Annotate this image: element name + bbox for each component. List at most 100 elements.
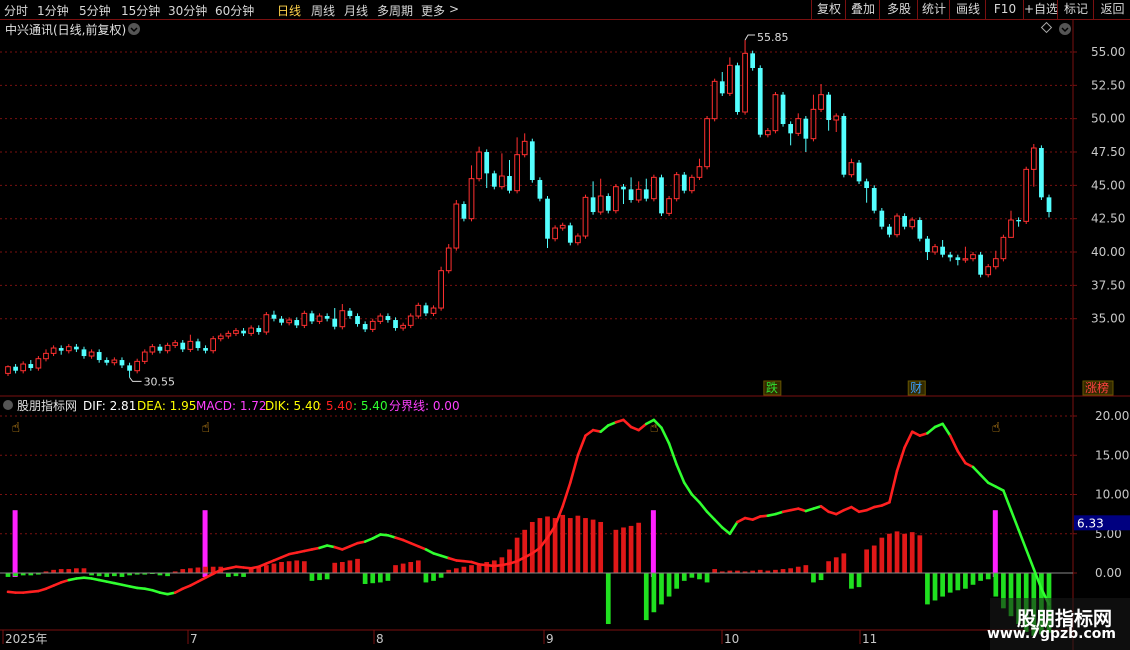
macd-histogram-bar — [347, 560, 353, 573]
candle-body — [362, 324, 368, 330]
high-marker-line — [744, 34, 756, 41]
dik-line-segment — [660, 426, 671, 445]
candle-body — [628, 189, 634, 201]
indicator-header-2: DEA: 1.95 — [137, 399, 196, 413]
dik-line-segment — [690, 493, 701, 504]
candle-body — [879, 210, 885, 227]
dik-line-segment — [667, 442, 678, 466]
candle-body — [58, 348, 64, 351]
macd-histogram-bar — [203, 566, 208, 573]
macd-histogram-bar — [940, 573, 945, 597]
macd-histogram-bar — [887, 533, 892, 573]
candle-body — [659, 177, 664, 214]
candle-body — [947, 254, 953, 258]
dik-line-segment — [926, 425, 937, 435]
candle-body — [992, 258, 999, 268]
macd-histogram-bar — [917, 535, 923, 573]
dik-line-segment — [819, 504, 830, 514]
candle-body — [613, 186, 619, 212]
candle-body — [13, 366, 18, 371]
macd-histogram-bar — [271, 563, 277, 573]
candle-body — [461, 204, 467, 219]
indicator-tick-label: 0.00 — [1095, 566, 1122, 580]
candle-body — [917, 220, 923, 239]
macd-histogram-bar — [301, 561, 307, 573]
indicator-header-7: 分界线: 0.00 — [389, 399, 460, 413]
chart-title: 中兴通讯(日线,前复权) — [5, 22, 126, 37]
macd-histogram-bar — [780, 569, 786, 573]
macd-histogram-bar — [507, 549, 512, 573]
candle-body — [50, 347, 57, 354]
macd-histogram-bar — [894, 531, 900, 573]
candle-body — [271, 314, 277, 319]
candle-body — [104, 360, 110, 363]
candle-body — [985, 266, 992, 276]
candle-body — [826, 94, 831, 121]
candle-body — [552, 227, 558, 240]
low-marker-line — [129, 377, 142, 382]
candle-body — [780, 94, 786, 125]
dik-line-segment — [1009, 508, 1020, 532]
dik-line-segment — [948, 434, 960, 453]
macd-histogram-bar — [621, 527, 626, 573]
macd-histogram-bar — [484, 562, 490, 573]
macd-histogram-bar — [514, 537, 520, 573]
macd-histogram-bar — [978, 573, 983, 581]
candle-body — [894, 215, 900, 236]
macd-histogram-bar — [529, 521, 535, 573]
candle-body — [909, 219, 916, 228]
diamond-icon — [1040, 21, 1053, 34]
macd-histogram-bar — [826, 561, 831, 573]
macd-histogram-bar — [74, 568, 79, 573]
candle-body — [590, 197, 596, 213]
price-tick-label: 50.00 — [1091, 112, 1125, 126]
candle-body — [430, 307, 437, 314]
candle-body — [233, 330, 239, 334]
macd-histogram-bar — [104, 573, 110, 577]
dik-line-segment — [941, 422, 952, 437]
candle-body — [742, 52, 748, 113]
candle-body — [248, 327, 255, 334]
macd-histogram-bar — [628, 525, 634, 573]
candle-body — [514, 154, 520, 192]
macd-histogram-bar — [659, 573, 664, 605]
candle-body — [666, 198, 672, 214]
macd-histogram-bar — [339, 562, 345, 573]
candle-body — [256, 328, 262, 333]
macd-histogram-bar — [545, 516, 550, 573]
candle-body — [369, 320, 376, 330]
watermark-url-box: www.7gpzb.com — [987, 626, 1116, 642]
candle-body — [810, 108, 817, 140]
candle-body — [111, 359, 118, 364]
candle-body — [157, 346, 163, 351]
price-tick-label: 47.50 — [1091, 145, 1125, 159]
candle-body — [476, 151, 482, 180]
macd-histogram-bar — [909, 532, 915, 573]
candle-body — [841, 116, 847, 175]
macd-histogram-bar — [309, 573, 315, 581]
dik-line-segment — [1017, 528, 1028, 551]
dik-line-segment — [850, 505, 861, 514]
price-tick-label: 40.00 — [1091, 245, 1125, 259]
dik-line-segment — [720, 526, 732, 536]
candle-body — [400, 324, 406, 329]
candle-body — [393, 320, 398, 329]
candle-body — [453, 203, 460, 249]
candle-body — [735, 65, 740, 113]
macd-histogram-bar — [66, 569, 72, 573]
macd-histogram-bar — [947, 573, 953, 593]
macd-histogram-bar — [985, 573, 991, 580]
event-tag-label: 涨榜 — [1085, 380, 1109, 395]
macd-histogram-bar — [400, 563, 406, 573]
candle-body — [20, 363, 27, 372]
macd-histogram-bar — [712, 569, 718, 573]
candle-body — [925, 238, 930, 253]
macd-histogram-bar — [856, 573, 862, 588]
indicator-tick-label: 15.00 — [1095, 448, 1129, 462]
dik-line-segment — [675, 463, 686, 485]
dik-line-segment — [599, 424, 610, 434]
dik-line-segment — [698, 501, 709, 514]
chevron-down-icon — [128, 23, 140, 35]
macd-histogram-bar — [431, 573, 436, 581]
candle-body — [681, 174, 687, 191]
